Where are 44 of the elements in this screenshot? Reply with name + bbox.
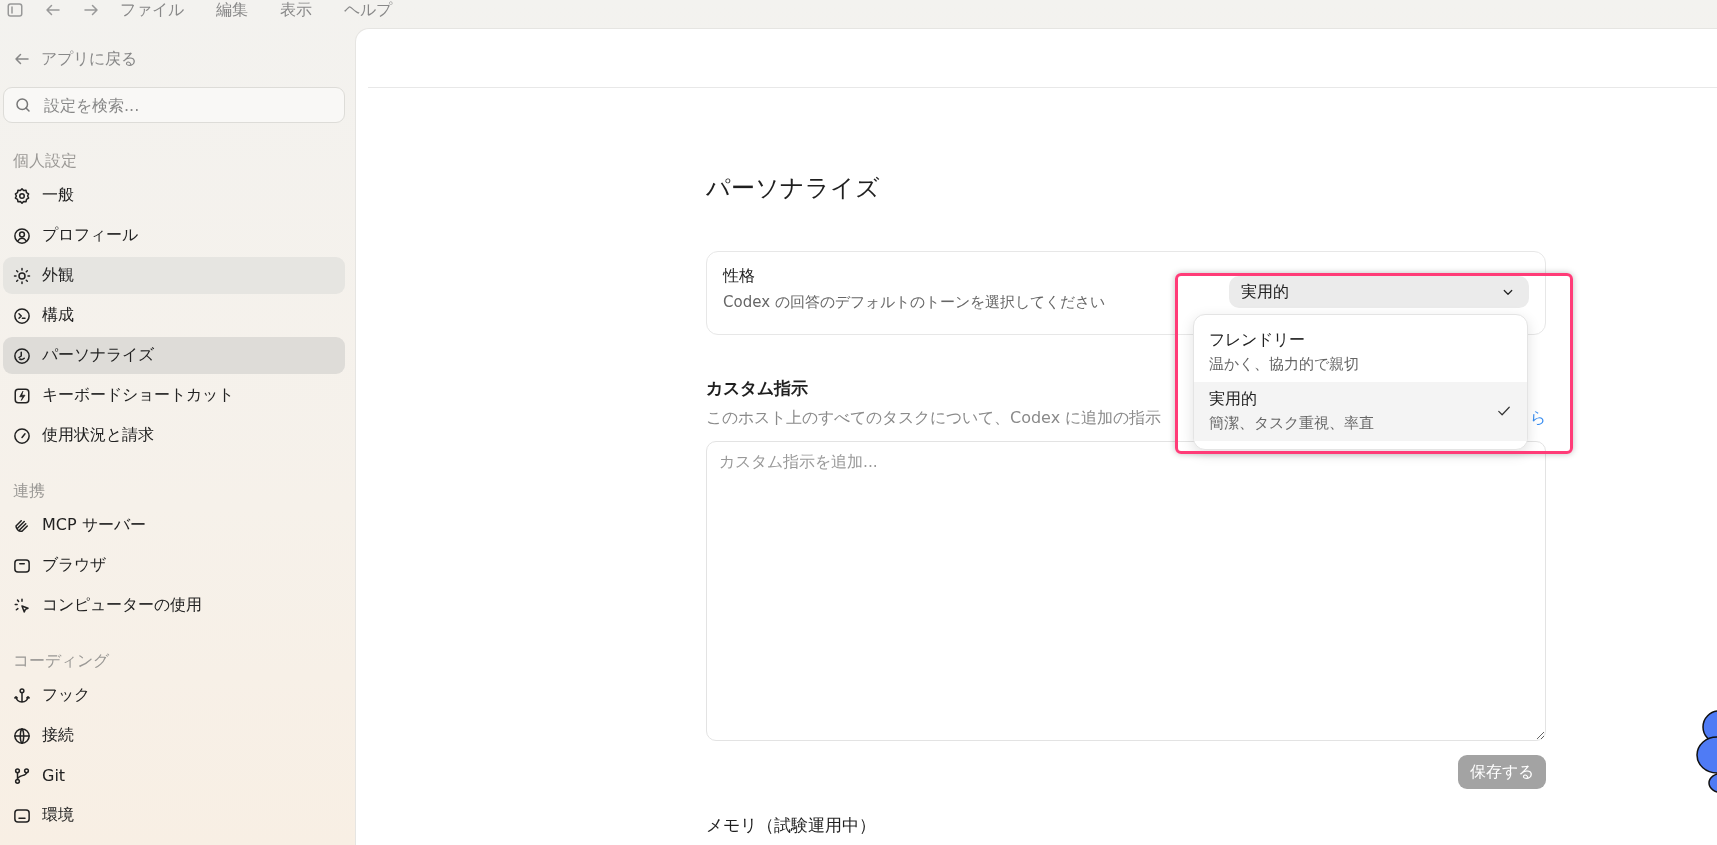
sidebar-item[interactable]: プロフィール xyxy=(3,217,345,254)
gauge-icon xyxy=(13,426,31,445)
smiley-icon xyxy=(13,346,31,365)
sidebar-item[interactable]: コンピューターの使用 xyxy=(3,587,345,624)
search-input[interactable]: 設定を検索... xyxy=(42,94,334,116)
search-field[interactable]: 設定を検索... xyxy=(3,87,345,123)
setting-description: Codex の回答のデフォルトのトーンを選択してください xyxy=(723,293,1105,312)
page-title: パーソナライズ xyxy=(706,173,881,203)
sidebar-item[interactable]: 構成 xyxy=(3,297,345,334)
sidebar-toggle-icon[interactable] xyxy=(6,0,24,19)
setting-label: 性格 xyxy=(723,266,756,287)
search-icon xyxy=(14,96,32,114)
section-title: メモリ（試験運用中） xyxy=(706,815,877,835)
sidebar-item[interactable]: 外観 xyxy=(3,257,345,294)
dropdown-option[interactable]: フレンドリー 温かく、協力的で親切 xyxy=(1194,323,1527,382)
cursor-click-icon xyxy=(13,596,31,615)
sidebar-item[interactable]: Git xyxy=(3,757,345,794)
sidebar-item[interactable]: パーソナライズ xyxy=(3,337,345,374)
sidebar-item[interactable]: 使用状況と請求 xyxy=(3,417,345,454)
anchor-icon xyxy=(13,686,31,705)
personality-dropdown[interactable]: 実用的 xyxy=(1229,276,1529,308)
sidebar-item[interactable]: フック xyxy=(3,677,345,714)
section-description: このホスト上のすべてのタスクについて、Codex に追加の指示 xyxy=(706,408,1162,429)
instructions-field[interactable]: カスタム指示を追加... xyxy=(706,441,1546,741)
sidebar-item[interactable]: MCP サーバー xyxy=(3,507,345,544)
sidebar-item[interactable]: キーボードショートカット xyxy=(3,377,345,414)
section-heading: 連携 xyxy=(12,481,46,502)
sidebar-item[interactable]: 接続 xyxy=(3,717,345,754)
branch-icon xyxy=(13,766,31,785)
dropdown-option[interactable]: 実用的 簡潔、タスク重視、率直 xyxy=(1194,382,1527,441)
gear-icon xyxy=(13,186,31,205)
section-title: カスタム指示 xyxy=(706,377,808,400)
sidebar-item[interactable]: ブラウザ xyxy=(3,547,345,584)
browser-window-icon xyxy=(13,556,31,575)
lightning-icon xyxy=(13,386,31,405)
sidebar-item[interactable]: 一般 xyxy=(3,177,345,214)
sun-icon xyxy=(13,266,31,285)
section-heading: 個人設定 xyxy=(12,151,78,172)
panel-icon xyxy=(13,806,31,825)
sidebar-item[interactable]: 環境 xyxy=(3,797,345,834)
globe-icon xyxy=(13,726,31,745)
terminal-icon xyxy=(13,306,31,325)
section-heading: コーディング xyxy=(12,651,110,672)
profile-icon xyxy=(13,226,31,245)
